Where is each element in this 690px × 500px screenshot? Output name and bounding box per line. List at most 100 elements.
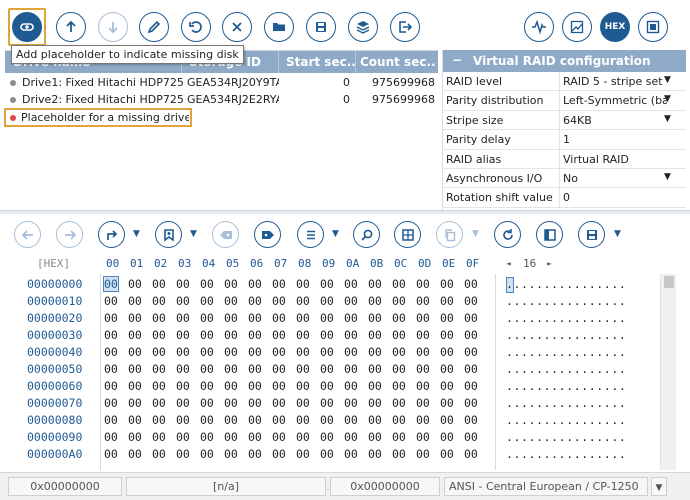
hex-byte[interactable]: 00	[272, 328, 286, 342]
dropdown-arrow-icon[interactable]: ▼	[664, 75, 671, 85]
hex-byte[interactable]: 00	[128, 345, 142, 359]
chart-button[interactable]	[562, 12, 592, 42]
hex-byte[interactable]: 00	[368, 379, 382, 393]
hex-byte[interactable]: 00	[440, 396, 454, 410]
list-dropdown-icon[interactable]: ▼	[332, 229, 339, 239]
hex-byte[interactable]: 00	[416, 447, 430, 461]
hex-byte[interactable]: 00	[392, 362, 406, 376]
copy-dropdown-icon[interactable]: ▼	[472, 229, 479, 239]
hex-byte[interactable]: 00	[392, 447, 406, 461]
hex-byte[interactable]: 00	[464, 447, 478, 461]
prop-asynchronous-io[interactable]: Asynchronous I/O No ▼	[443, 169, 686, 189]
hex-byte[interactable]: 00	[296, 345, 310, 359]
hex-byte[interactable]: 00	[296, 328, 310, 342]
hex-byte[interactable]: 00	[224, 328, 238, 342]
hex-byte[interactable]: 00	[320, 311, 334, 325]
hex-byte[interactable]: 00	[224, 447, 238, 461]
hex-byte[interactable]: 00	[224, 362, 238, 376]
hex-byte[interactable]: 00	[296, 396, 310, 410]
hex-byte[interactable]: 00	[272, 277, 286, 291]
undo-button[interactable]	[181, 12, 211, 42]
hex-byte[interactable]: 00	[344, 277, 358, 291]
hex-byte[interactable]: 00	[416, 396, 430, 410]
ascii-row[interactable]: ................	[506, 396, 626, 410]
hex-byte[interactable]: 00	[272, 311, 286, 325]
hex-byte[interactable]: 00	[224, 277, 238, 291]
copy-button[interactable]	[436, 221, 463, 248]
hex-byte[interactable]: 00	[152, 413, 166, 427]
hex-byte[interactable]: 00	[296, 277, 310, 291]
hex-byte[interactable]: 00	[128, 277, 142, 291]
hex-byte[interactable]: 00	[152, 311, 166, 325]
hex-byte[interactable]: 00	[320, 396, 334, 410]
hex-byte[interactable]: 00	[200, 379, 214, 393]
encoding-dropdown-button[interactable]: ▼	[651, 477, 667, 496]
ascii-row[interactable]: ................	[506, 362, 626, 376]
go-to-button[interactable]	[98, 221, 125, 248]
hex-byte[interactable]: 00	[200, 277, 214, 291]
layers-button[interactable]	[348, 12, 378, 42]
prop-raid-alias[interactable]: RAID alias Virtual RAID	[443, 149, 686, 169]
hex-byte[interactable]: 00	[200, 311, 214, 325]
hex-byte[interactable]: 00	[272, 396, 286, 410]
add-placeholder-button[interactable]	[12, 12, 42, 42]
hex-byte[interactable]: 00	[296, 311, 310, 325]
hex-byte[interactable]: 00	[128, 311, 142, 325]
hex-byte[interactable]: 00	[104, 396, 118, 410]
hex-byte[interactable]: 00	[248, 311, 262, 325]
hex-byte[interactable]: 00	[464, 328, 478, 342]
hex-byte[interactable]: 00	[416, 345, 430, 359]
hex-byte[interactable]: 00	[128, 396, 142, 410]
hex-byte[interactable]: 00	[392, 328, 406, 342]
hex-byte[interactable]: 00	[200, 413, 214, 427]
hex-byte[interactable]: 00	[104, 311, 118, 325]
ascii-row[interactable]: ................	[506, 379, 626, 393]
hex-byte[interactable]: 00	[392, 430, 406, 444]
bookmark-dropdown-icon[interactable]: ▼	[190, 229, 197, 239]
hex-byte[interactable]: 00	[224, 413, 238, 427]
hex-byte[interactable]: 00	[440, 277, 454, 291]
hex-byte[interactable]: 00	[176, 345, 190, 359]
hex-byte[interactable]: 00	[296, 294, 310, 308]
layout-button[interactable]	[394, 221, 421, 248]
find-button[interactable]	[353, 221, 380, 248]
hex-byte[interactable]: 00	[464, 396, 478, 410]
hex-byte[interactable]: 00	[176, 447, 190, 461]
hex-byte[interactable]: 00	[128, 379, 142, 393]
hex-byte[interactable]: 00	[416, 294, 430, 308]
hex-byte[interactable]: 00	[464, 413, 478, 427]
hex-byte[interactable]: 00	[152, 277, 166, 291]
hex-byte[interactable]: 00	[200, 294, 214, 308]
hex-byte[interactable]: 00	[224, 294, 238, 308]
hex-byte[interactable]: 00	[128, 447, 142, 461]
hex-byte[interactable]: 00	[440, 294, 454, 308]
hex-byte[interactable]: 00	[320, 413, 334, 427]
hex-byte[interactable]: 00	[176, 362, 190, 376]
hex-byte[interactable]: 00	[176, 413, 190, 427]
open-button[interactable]	[264, 12, 294, 42]
hex-byte[interactable]: 00	[464, 294, 478, 308]
hex-byte[interactable]: 00	[248, 294, 262, 308]
dropdown-arrow-icon[interactable]: ▼	[664, 172, 671, 182]
ascii-row[interactable]: ................	[506, 430, 626, 444]
hex-byte[interactable]: 00	[416, 328, 430, 342]
hex-byte[interactable]: 00	[368, 311, 382, 325]
hex-byte[interactable]: 00	[344, 396, 358, 410]
hex-byte[interactable]: 00	[416, 311, 430, 325]
ascii-row[interactable]: ................	[506, 447, 626, 461]
save-data-button[interactable]	[578, 221, 605, 248]
hex-byte[interactable]: 00	[344, 311, 358, 325]
remove-button[interactable]	[222, 12, 252, 42]
dropdown-arrow-icon[interactable]: ▼	[664, 94, 671, 104]
hex-byte[interactable]: 00	[104, 294, 118, 308]
hex-byte[interactable]: 00	[224, 430, 238, 444]
ascii-row[interactable]: ................	[506, 277, 626, 291]
hex-byte[interactable]: 00	[464, 379, 478, 393]
hex-byte[interactable]: 00	[368, 413, 382, 427]
refresh-button[interactable]	[494, 221, 521, 248]
hex-byte[interactable]: 00	[416, 277, 430, 291]
hex-byte[interactable]: 00	[128, 362, 142, 376]
hex-byte[interactable]: 00	[344, 379, 358, 393]
bookmark-button[interactable]	[155, 221, 182, 248]
hex-byte[interactable]: 00	[272, 379, 286, 393]
